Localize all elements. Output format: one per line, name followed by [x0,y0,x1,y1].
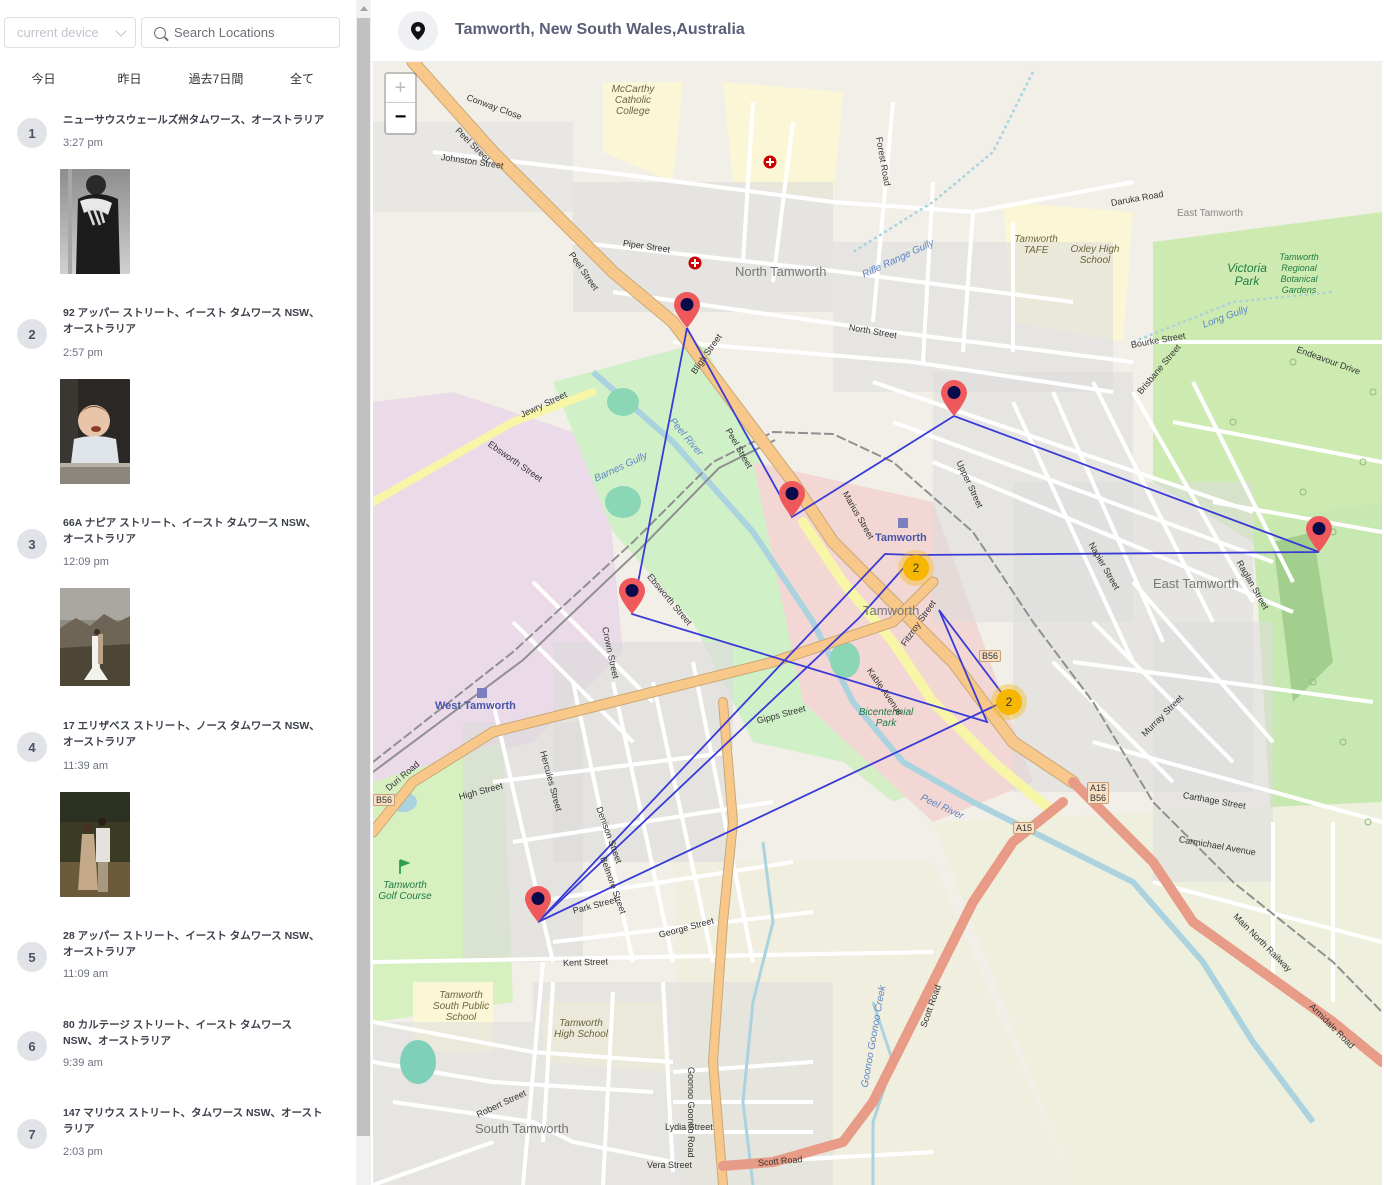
map-label-golf-course: Tamworth Golf Course [378,880,432,902]
wedding-mountains-photo [60,588,130,686]
map-label-oxley-high: Oxley High School [1070,244,1120,266]
location-pin-badge [398,11,438,51]
map-label-bicentennial-park: Bicentennial Park [858,707,914,729]
location-marker-pin-icon[interactable] [619,578,645,614]
map-label-south-tamworth: South Tamworth [475,1121,569,1136]
map-label-tafe: Tamworth TAFE [1014,234,1058,256]
index-badge: 2 [17,319,47,349]
train-station-icon [898,518,908,528]
map-header: Tamworth, New South Wales,Australia [371,0,1384,62]
index-badge: 7 [17,1119,47,1149]
route-shield-a15-b56: A15 B56 [1087,782,1110,804]
map-pin-icon [411,22,425,40]
location-marker-pin-icon[interactable] [779,481,805,517]
couple-embrace-photo [60,169,130,274]
couple-field-photo [60,792,130,897]
location-title: Tamworth, New South Wales,Australia [455,21,745,38]
index-badge: 4 [17,732,47,762]
location-address: 147 マリウス ストリート、タムワース NSW、オーストラリア [63,1107,323,1135]
map-view[interactable]: North Tamworth Tamworth Tamworth East Ta… [373,62,1382,1185]
location-marker-pin-icon[interactable] [674,292,700,328]
search-icon [154,26,166,39]
map-label-tamworth-high: Tamworth High School [554,1018,608,1040]
location-time: 12:09 pm [63,556,109,568]
tab-yesterday[interactable]: 昨日 [87,70,172,87]
map-label-east-tamworth: East Tamworth [1153,576,1239,591]
photo-thumbnail-couple-embrace[interactable] [60,169,130,274]
map-label-south-public-school: Tamworth South Public School [432,990,490,1023]
tab-last-7-days[interactable]: 過去7日間 [172,70,260,87]
route-segment [537,554,916,923]
location-time: 2:57 pm [63,347,103,359]
index-badge: 6 [17,1031,47,1061]
filters-bar: current device [4,17,340,48]
location-time: 3:27 pm [63,137,103,149]
location-time: 2:03 pm [63,1146,103,1158]
map-label-goonoo-road: Goonoo Goonoo Road [686,1067,696,1158]
date-range-tabs: 今日 昨日 過去7日間 全て [0,70,345,87]
zoom-in-button[interactable]: + [386,74,415,103]
index-badge: 5 [17,942,47,972]
marker-cluster[interactable]: 2 [996,689,1022,715]
location-address: 92 アッパー ストリート、イースト タムワース NSW、オーストラリア [63,307,320,335]
tab-all[interactable]: 全て [260,70,344,87]
location-address: 17 エリザベス ストリート、ノース タムワース NSW、オーストラリア [63,720,320,748]
map-label-north-tamworth: North Tamworth [735,264,827,279]
location-address: 28 アッパー ストリート、イースト タムワース NSW、オーストラリア [63,930,320,958]
location-address: 80 カルテージ ストリート、イースト タムワース NSW、オーストラリア [63,1019,292,1047]
tab-today[interactable]: 今日 [0,70,87,87]
map-label-east-tamworth-area: East Tamworth [1177,208,1243,219]
location-marker-pin-icon[interactable] [1306,516,1332,552]
search-box[interactable] [141,17,340,48]
location-address: 66A ナピア ストリート、イースト タムワース NSW、オーストラリア [63,517,317,545]
map-label-lydia-street: Lydia Street [665,1122,713,1132]
laughing-baby-photo [60,379,130,484]
map-label-tamworth-station: Tamworth [875,532,927,544]
location-address: ニューサウスウェールズ州タムワース、オーストラリア [63,114,325,126]
map-label-botanic-gardens: Tamworth Regional Botanical Gardens [1279,252,1319,295]
location-marker-pin-icon[interactable] [941,380,967,416]
route-shield-b56-west: B56 [373,794,396,806]
scroll-up-arrow-icon[interactable] [360,6,368,11]
device-select-value: current device [17,25,99,40]
map-label-victoria-park: Victoria Park [1227,261,1267,288]
map-label-mccarthy-college: McCarthy Catholic College [611,84,655,117]
map-zoom-control: + − [384,72,417,135]
photo-thumbnail-laughing-baby[interactable] [60,379,130,484]
device-select[interactable]: current device [4,17,136,48]
location-history-sidebar: current device 今日 昨日 過去7日間 全て 1 ニューサウスウェ… [0,0,356,1185]
marker-cluster[interactable]: 2 [903,555,929,581]
map-label-kent-street: Kent Street [562,956,609,968]
app-root: current device 今日 昨日 過去7日間 全て 1 ニューサウスウェ… [0,0,1384,1185]
hospital-icon [763,155,777,169]
train-station-icon [477,688,487,698]
location-time: 9:39 am [63,1057,103,1069]
route-polyline [537,327,1320,923]
location-time: 11:09 am [63,968,109,980]
map-label-west-tamworth: West Tamworth [435,700,516,712]
chevron-down-icon [115,24,127,37]
photo-thumbnail-couple-field[interactable] [60,792,130,897]
hospital-icon [688,256,702,270]
route-shield-a15: A15 [1013,822,1036,834]
location-marker-pin-icon[interactable] [525,886,551,922]
map-label-vera-street: Vera Street [647,1160,693,1170]
photo-thumbnail-wedding-mountains[interactable] [60,588,130,686]
route-shield-b56: B56 [979,650,1002,662]
index-badge: 1 [17,118,47,148]
map-label-tamworth-center: Tamworth [863,603,920,618]
zoom-out-button[interactable]: − [386,103,415,132]
index-badge: 3 [17,529,47,559]
sidebar-scrollbar[interactable] [356,0,371,1185]
map-panel: Tamworth, New South Wales,Australia Nort… [371,0,1384,1185]
scrollbar-thumb[interactable] [357,18,370,1136]
golf-icon [399,859,411,874]
search-locations-input[interactable] [174,25,334,40]
location-time: 11:39 am [63,760,109,772]
